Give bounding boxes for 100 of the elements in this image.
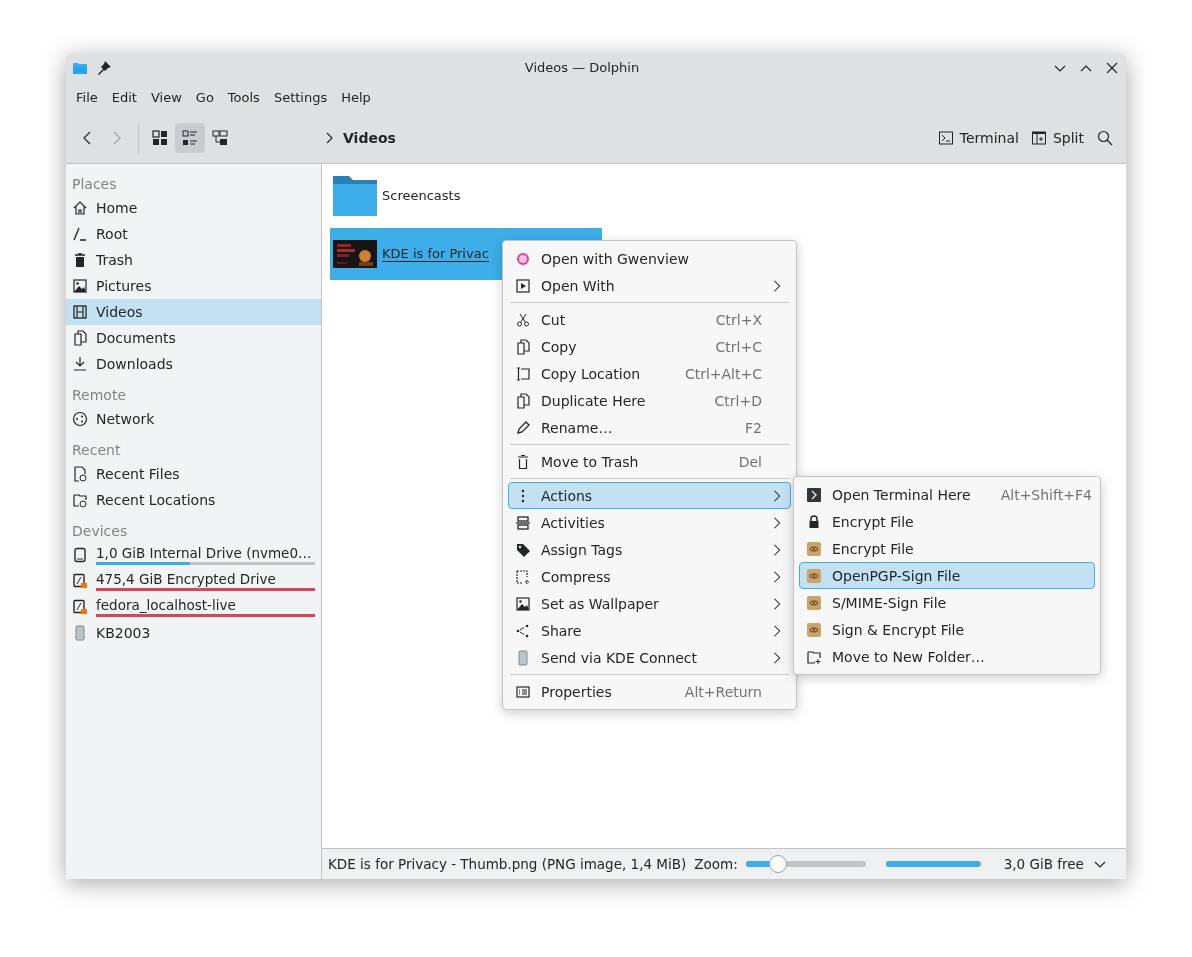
sidebar-item[interactable]: Recent Files [66, 461, 321, 487]
sidebar-item[interactable]: 1,0 GiB Internal Drive (nvme0… [66, 542, 321, 568]
sidebar-item[interactable]: fedora_localhost-live [66, 594, 321, 620]
sidebar-item[interactable]: Trash [66, 247, 321, 273]
network-icon [72, 411, 88, 427]
sidebar-label: Network [96, 411, 155, 427]
phone-icon [72, 625, 88, 641]
film-icon [72, 304, 88, 320]
menu-item[interactable]: Move to New Folder… [799, 643, 1095, 670]
device-label: fedora_localhost-live [96, 597, 237, 613]
sidebar-label: Root [96, 226, 128, 242]
menu-item[interactable]: View [144, 85, 188, 109]
menu-item[interactable]: Sign & Encrypt File [799, 616, 1095, 643]
zoom-label: Zoom: [694, 856, 738, 872]
search-icon [1097, 130, 1113, 146]
terminal-icon [937, 130, 954, 146]
section-header: Devices [71, 522, 129, 541]
menu-item[interactable]: OpenPGP-Sign File [799, 562, 1095, 589]
slider-handle[interactable] [769, 855, 788, 873]
menu-item[interactable]: Share [508, 617, 791, 644]
archive-icon [515, 568, 531, 585]
menu-item[interactable]: Copy Ctrl+C [508, 333, 791, 360]
folder-icon [333, 176, 377, 216]
ring-icon [515, 250, 531, 267]
sidebar-item[interactable]: KB2003 [66, 620, 321, 646]
sidebar-item[interactable]: Videos [66, 299, 321, 325]
menu-item[interactable]: Assign Tags [508, 536, 791, 563]
menu-item[interactable]: Compress [508, 563, 791, 590]
menu-item[interactable]: Move to Trash Del [508, 448, 791, 475]
sidebar-item[interactable]: Recent Locations [66, 487, 321, 513]
trash-icon [72, 252, 88, 268]
sidebar-label: Pictures [96, 278, 152, 294]
sidebar-label: Home [96, 200, 138, 216]
image-icon [515, 595, 531, 612]
sidebar-item[interactable]: Pictures [66, 273, 321, 299]
section-header: Remote [71, 386, 128, 405]
menu-item[interactable]: Tools [221, 85, 266, 109]
menu-item[interactable]: Settings [267, 85, 334, 109]
pin-icon[interactable] [96, 59, 112, 76]
copy-icon [515, 338, 531, 355]
free-space-text: 3,0 GiB free [1003, 856, 1084, 872]
menu-item[interactable]: Go [189, 85, 220, 109]
stack-icon [515, 514, 531, 531]
scissors-icon [515, 311, 531, 328]
sidebar-item[interactable]: Home [66, 195, 321, 221]
file-name: KDE is for Privac [382, 246, 489, 262]
seal-icon [806, 621, 822, 638]
menu-item[interactable]: Send via KDE Connect [508, 644, 791, 671]
seal-icon [806, 540, 822, 557]
sidebar-label: Recent Locations [96, 492, 216, 508]
phone-icon [515, 649, 531, 666]
section-header: Recent [71, 441, 122, 460]
menu-item[interactable]: Activities [508, 509, 791, 536]
copy-icon [515, 392, 531, 409]
split-button[interactable]: Split [1024, 123, 1090, 153]
sidebar-item[interactable]: 475,4 GiB Encrypted Drive [66, 568, 321, 594]
menu-item[interactable]: Properties Alt+Return [508, 678, 791, 705]
breadcrumb[interactable]: Videos [343, 130, 396, 146]
menu-item[interactable]: File [70, 85, 104, 109]
folder-plus-icon [806, 648, 822, 665]
menu-item[interactable]: Rename… F2 [508, 414, 791, 441]
recent-file-icon [72, 466, 88, 482]
locked-drive-icon [72, 599, 88, 615]
drive-icon [72, 547, 88, 563]
home-icon [72, 200, 88, 216]
sidebar-item[interactable]: Documents [66, 325, 321, 351]
menu-item[interactable]: Encrypt File [799, 535, 1095, 562]
sidebar-label: Documents [96, 330, 176, 346]
menu-item[interactable]: S/MIME-Sign File [799, 589, 1095, 616]
view-mode-button[interactable] [175, 123, 205, 153]
text-cursor-icon [515, 365, 531, 382]
sidebar-item[interactable]: Network [66, 406, 321, 432]
status-text: KDE is for Privacy - Thumb.png (PNG image, 1,4 MiB) [328, 856, 687, 872]
compact-view-icon [182, 130, 198, 146]
seal-icon [806, 567, 822, 584]
pencil-icon [515, 419, 531, 436]
tag-icon [515, 541, 531, 558]
icons-view-icon [152, 130, 168, 146]
section-header: Places [71, 175, 118, 194]
document-icon [72, 330, 88, 346]
list-box-icon [515, 683, 531, 700]
device-label: 475,4 GiB Encrypted Drive [96, 571, 277, 587]
menu-item[interactable]: Open Terminal Here Alt+Shift+F4 [799, 481, 1095, 508]
menu-item[interactable]: Copy Location Ctrl+Alt+C [508, 360, 791, 387]
sidebar-item[interactable]: Root [66, 221, 321, 247]
terminal-button[interactable]: Terminal [931, 123, 1025, 153]
seal-icon [806, 594, 822, 611]
menu-item[interactable]: Cut Ctrl+X [508, 306, 791, 333]
menu-item[interactable]: Encrypt File [799, 508, 1095, 535]
file-tile[interactable]: Screencasts [330, 170, 602, 222]
menu-item[interactable]: Duplicate Here Ctrl+D [508, 387, 791, 414]
menu-item[interactable]: Set as Wallpaper [508, 590, 791, 617]
menu-item[interactable]: Help [335, 85, 377, 109]
sidebar-item[interactable]: Downloads [66, 351, 321, 377]
tree-view-icon [212, 130, 228, 146]
split-icon [1030, 130, 1047, 146]
terminal-box-icon [806, 486, 822, 503]
menu-item[interactable]: Edit [105, 85, 143, 109]
menu-item[interactable]: Actions [508, 482, 791, 509]
trash-outline-icon [515, 453, 531, 470]
